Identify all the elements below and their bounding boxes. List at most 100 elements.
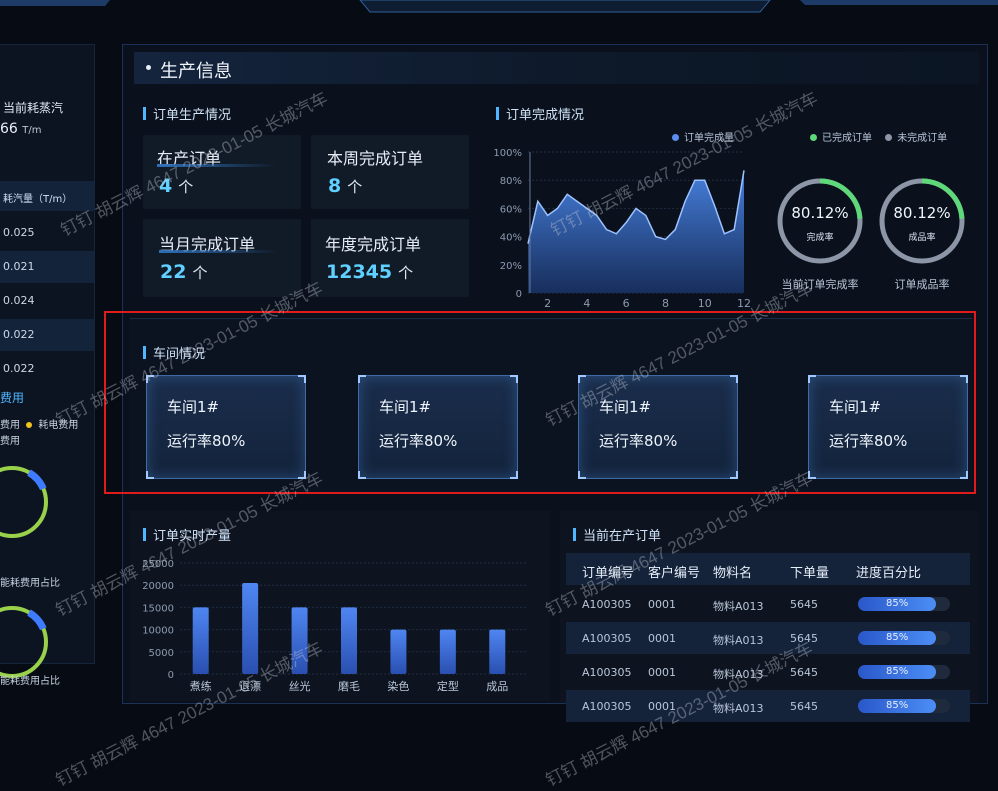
x-tick-label: 定型	[437, 679, 459, 693]
y-tick-label: 0	[516, 289, 522, 300]
workshop-card[interactable]: 车间1# 运行率80%	[358, 375, 518, 479]
table-row[interactable]: A100305 0001 物料A013 5645 85%	[566, 690, 970, 722]
main-title-bar: 生产信息	[134, 52, 979, 84]
corner-mark-icon	[960, 471, 968, 479]
corner-mark-icon	[146, 471, 154, 479]
stat-underline	[157, 164, 277, 167]
cell-customer: 0001	[648, 632, 676, 645]
list-value: 0.022	[3, 328, 35, 341]
legend-c: 费用	[0, 436, 20, 447]
stat-unit: 个	[347, 178, 363, 196]
steam-value: 66	[0, 121, 18, 137]
workshop-rate: 运行率80%	[829, 432, 908, 450]
stat-value: 4	[159, 175, 173, 197]
workshop-rate: 运行率80%	[599, 432, 678, 450]
bar	[192, 607, 209, 674]
x-tick-label: 煮练	[190, 679, 212, 693]
y-tick-label: 20%	[500, 261, 522, 272]
list-item: 0.024	[0, 285, 94, 317]
steam-label: 当前耗蒸汽	[3, 101, 64, 115]
area-series	[528, 170, 744, 293]
section-bar-icon	[143, 346, 146, 359]
th-quantity: 下单量	[790, 566, 830, 581]
bar	[242, 582, 259, 674]
x-tick-label: 磨毛	[338, 680, 360, 693]
x-tick-label: 10	[698, 297, 712, 310]
cell-quantity: 5645	[790, 598, 818, 611]
corner-mark-icon	[730, 375, 738, 383]
x-tick-label: 6	[623, 297, 630, 310]
undone-dot-icon	[885, 134, 893, 141]
x-tick-label: 4	[583, 297, 590, 310]
gauge-2-caption: 订单成品率	[894, 278, 950, 291]
progress-bar: 85%	[858, 665, 950, 679]
cell-quantity: 5645	[790, 700, 818, 713]
stat-value: 8	[328, 175, 342, 197]
done-dot-icon	[810, 134, 817, 141]
gauge-1-value: 80.12%	[791, 204, 849, 222]
workshop-title: 车间情况	[143, 343, 205, 362]
title-bullet-icon	[146, 65, 151, 70]
progress-fill: 85%	[858, 665, 937, 679]
legend-undone: 未完成订单	[897, 133, 948, 144]
stat-label: 年度完成订单	[325, 235, 422, 254]
left-panel: 当前耗蒸汽 66 T/m 耗汽量（T/m） 费用 费用 耗电费用 费用 能耗费用…	[0, 44, 95, 687]
legend-dot-icon	[26, 422, 33, 428]
y-tick-label: 20000	[142, 581, 174, 592]
order-completion-title: 订单完成情况	[496, 104, 584, 123]
stat-value: 12345	[326, 261, 393, 283]
section-bar-icon	[573, 528, 576, 541]
y-tick-label: 0	[168, 670, 174, 681]
cell-order-id: A100305	[582, 598, 632, 611]
list-item: 0.021	[0, 251, 94, 283]
workshop-card[interactable]: 车间1# 运行率80%	[146, 375, 306, 479]
list-header: 耗汽量（T/m）	[3, 194, 73, 205]
table-row[interactable]: A100305 0001 物料A013 5645 85%	[566, 588, 970, 620]
y-tick-label: 15000	[142, 603, 174, 614]
list-value: 0.022	[3, 362, 35, 375]
workshop-name: 车间1#	[599, 398, 652, 416]
cell-customer: 0001	[648, 666, 676, 679]
gauge-1-caption: 当前订单完成率	[781, 278, 859, 291]
progress-bar: 85%	[858, 699, 950, 713]
workshop-card[interactable]: 车间1# 运行率80%	[578, 375, 738, 479]
y-tick-label: 5000	[149, 648, 174, 659]
cell-material: 物料A013	[713, 600, 764, 613]
x-tick-label: 2	[544, 297, 551, 310]
cell-order-id: A100305	[582, 666, 632, 679]
progress-bar: 85%	[858, 597, 950, 611]
stat-value: 22	[160, 261, 187, 283]
corner-mark-icon	[730, 471, 738, 479]
stat-unit: 个	[398, 264, 414, 282]
stat-card-week-done: 本周完成订单 8个	[311, 135, 469, 209]
cell-customer: 0001	[648, 700, 676, 713]
gauge-2-inner: 成品率	[908, 233, 936, 243]
progress-bar: 85%	[858, 631, 950, 645]
corner-mark-icon	[960, 375, 968, 383]
workshop-name: 车间1#	[829, 398, 882, 416]
table-row[interactable]: A100305 0001 物料A013 5645 85%	[566, 622, 970, 654]
corner-mark-icon	[808, 471, 816, 479]
corner-mark-icon	[146, 375, 154, 383]
progress-fill: 85%	[858, 597, 937, 611]
corner-mark-icon	[808, 375, 816, 383]
x-tick-label: 12	[737, 297, 751, 310]
list-item: 0.025	[0, 217, 94, 249]
stat-card-year-done: 年度完成订单 12345 个	[311, 219, 469, 297]
section-bar-icon	[143, 107, 146, 120]
cell-material: 物料A013	[713, 634, 764, 647]
table-row[interactable]: A100305 0001 物料A013 5645 85%	[566, 656, 970, 688]
workshop-card[interactable]: 车间1# 运行率80%	[808, 375, 968, 479]
stat-underline	[159, 250, 279, 253]
y-tick-label: 100%	[493, 148, 522, 159]
list-item: 0.022	[0, 353, 94, 385]
corner-mark-icon	[578, 471, 586, 479]
cell-material: 物料A013	[713, 668, 764, 681]
top-decoration	[0, 0, 998, 13]
order-production-title: 订单生产情况	[143, 104, 231, 123]
corner-mark-icon	[298, 375, 306, 383]
gauge-2-value: 80.12%	[893, 204, 951, 222]
ring2-caption: 能耗费用占比	[0, 676, 60, 687]
cell-material: 物料A013	[713, 702, 764, 715]
stat-unit: 个	[192, 264, 208, 282]
